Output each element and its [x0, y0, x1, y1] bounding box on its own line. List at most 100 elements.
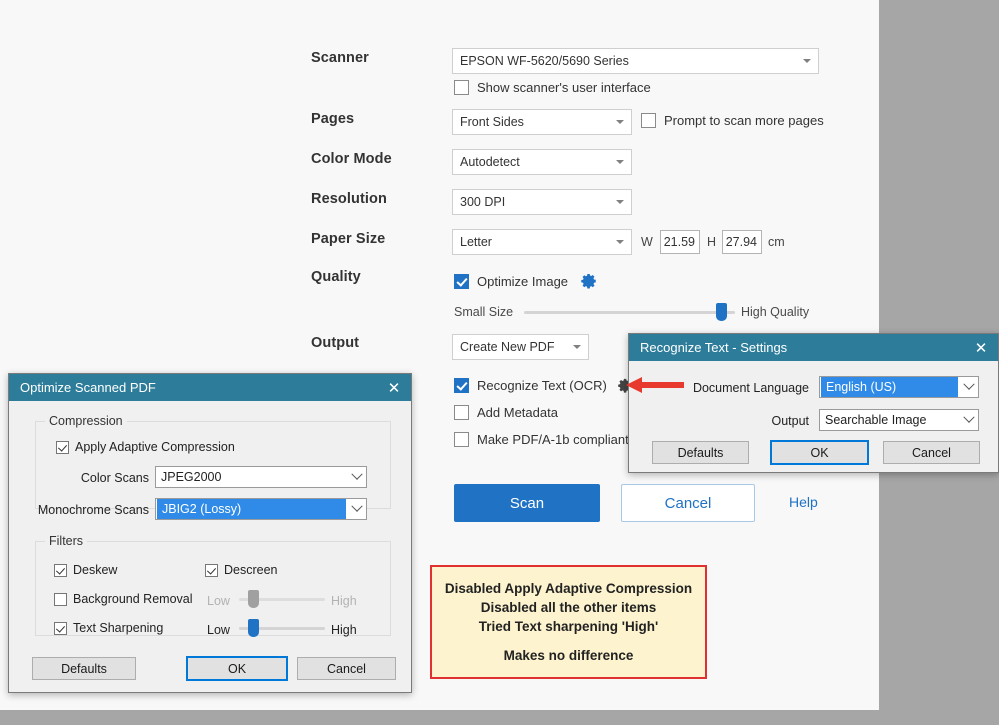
recognize-output-select[interactable]: Searchable Image [819, 409, 979, 431]
compression-group: Compression [35, 414, 391, 509]
screen: Scanner EPSON WF-5620/5690 Series Show s… [0, 0, 999, 725]
cancel-button[interactable]: Cancel [621, 484, 755, 522]
optimize-image-label: Optimize Image [477, 273, 569, 289]
gear-icon[interactable] [580, 272, 598, 290]
chevron-down-icon [347, 467, 366, 487]
pages-row: Pages [311, 111, 354, 127]
close-icon[interactable]: ✕ [964, 334, 998, 361]
add-metadata-label: Add Metadata [477, 405, 558, 420]
optimize-image-row[interactable]: Optimize Image [454, 272, 598, 290]
monochrome-scans-label: Monochrome Scans [37, 503, 149, 517]
color-mode-label: Color Mode [311, 151, 392, 167]
close-icon[interactable]: ✕ [377, 374, 411, 401]
chevron-down-icon [616, 160, 624, 164]
paper-size-row: Paper Size [311, 231, 385, 247]
paper-width-input[interactable]: 21.59 [660, 230, 700, 254]
resolution-select[interactable]: 300 DPI [452, 189, 632, 215]
show-scanner-ui-label: Show scanner's user interface [477, 80, 651, 95]
optimize-dialog-title: Optimize Scanned PDF [20, 380, 156, 395]
document-language-select[interactable]: English (US) [819, 376, 979, 398]
scanner-select-value: EPSON WF-5620/5690 Series [460, 54, 629, 68]
resolution-select-value: 300 DPI [460, 195, 506, 209]
background-removal-low-label: Low [207, 594, 230, 608]
paper-height-value: 27.94 [725, 235, 757, 249]
text-sharpening-slider-thumb[interactable] [248, 619, 259, 637]
color-mode-select[interactable]: Autodetect [452, 149, 632, 175]
scan-button[interactable]: Scan [454, 484, 600, 522]
quality-slider-track [524, 311, 735, 314]
recognize-output-value: Searchable Image [825, 413, 927, 427]
add-metadata-row[interactable]: Add Metadata [454, 405, 558, 420]
prompt-more-pages-row[interactable]: Prompt to scan more pages [641, 113, 824, 128]
background-removal-row[interactable]: Background Removal [54, 592, 193, 606]
text-sharpening-checkbox[interactable] [54, 621, 67, 635]
recognize-cancel-button[interactable]: Cancel [883, 441, 980, 464]
optimize-cancel-button[interactable]: Cancel [297, 657, 396, 680]
pages-select[interactable]: Front Sides [452, 109, 632, 135]
background-removal-checkbox[interactable] [54, 592, 67, 606]
quality-slider-min-label: Small Size [454, 305, 514, 319]
prompt-more-pages-label: Prompt to scan more pages [664, 113, 824, 128]
annotation-line-1: Disabled Apply Adaptive Compression [444, 581, 693, 596]
cancel-button-label: Cancel [664, 494, 712, 512]
pdfa-compliant-checkbox[interactable] [454, 432, 469, 447]
annotation-note: Disabled Apply Adaptive Compression Disa… [430, 565, 707, 679]
optimize-ok-button[interactable]: OK [186, 656, 288, 681]
color-scans-select[interactable]: JPEG2000 [155, 466, 367, 488]
color-scans-label: Color Scans [80, 471, 149, 485]
chevron-down-icon [959, 410, 978, 430]
paper-height-input[interactable]: 27.94 [722, 230, 762, 254]
deskew-row[interactable]: Deskew [54, 563, 117, 577]
quality-slider[interactable] [524, 303, 735, 321]
optimize-defaults-label: Defaults [61, 661, 107, 676]
background-removal-high-label: High [331, 594, 357, 608]
prompt-more-pages-checkbox[interactable] [641, 113, 656, 128]
chevron-down-icon [347, 499, 366, 519]
recognize-text-checkbox[interactable] [454, 378, 469, 393]
paper-size-select[interactable]: Letter [452, 229, 632, 255]
add-metadata-checkbox[interactable] [454, 405, 469, 420]
background-removal-slider[interactable] [239, 590, 325, 608]
scanner-row: Scanner [311, 50, 369, 66]
scanner-select[interactable]: EPSON WF-5620/5690 Series [452, 48, 819, 74]
annotation-line-4: Makes no difference [503, 648, 634, 663]
paper-width-value: 21.59 [663, 235, 695, 249]
quality-slider-thumb[interactable] [716, 303, 727, 321]
apply-adaptive-compression-row[interactable]: Apply Adaptive Compression [56, 440, 235, 454]
chevron-down-icon [616, 240, 624, 244]
annotation-line-2: Disabled all the other items [480, 600, 657, 615]
filters-group-title: Filters [45, 534, 88, 548]
pdfa-compliant-row[interactable]: Make PDF/A-1b compliant [454, 432, 629, 447]
recognize-text-row[interactable]: Recognize Text (OCR) [454, 377, 634, 394]
pages-label: Pages [311, 111, 355, 127]
resolution-row: Resolution [311, 191, 387, 207]
apply-adaptive-compression-checkbox[interactable] [56, 440, 69, 454]
deskew-checkbox[interactable] [54, 563, 67, 577]
optimize-image-checkbox[interactable] [454, 273, 469, 289]
document-language-value: English (US) [821, 377, 958, 397]
chevron-down-icon [616, 200, 624, 204]
color-mode-select-value: Autodetect [460, 155, 520, 169]
recognize-dialog-titlebar[interactable]: Recognize Text - Settings ✕ [629, 334, 998, 361]
chevron-down-icon [959, 377, 978, 397]
annotation-line-3: Tried Text sharpening 'High' [478, 619, 659, 634]
show-scanner-ui-checkbox[interactable] [454, 80, 469, 95]
descreen-row[interactable]: Descreen [205, 563, 278, 577]
recognize-output-label: Output [771, 414, 809, 428]
optimize-defaults-button[interactable]: Defaults [32, 657, 136, 680]
recognize-defaults-button[interactable]: Defaults [652, 441, 749, 464]
recognize-ok-label: OK [810, 445, 829, 460]
output-label: Output [311, 335, 360, 351]
show-scanner-ui-row[interactable]: Show scanner's user interface [454, 80, 651, 95]
optimize-dialog-titlebar[interactable]: Optimize Scanned PDF ✕ [9, 374, 411, 401]
background-removal-slider-thumb[interactable] [248, 590, 259, 608]
text-sharpening-slider[interactable] [239, 619, 325, 637]
text-sharpening-row[interactable]: Text Sharpening [54, 621, 163, 635]
recognize-ok-button[interactable]: OK [770, 440, 869, 465]
help-link[interactable]: Help [789, 494, 818, 510]
paper-size-select-value: Letter [460, 235, 492, 249]
output-select[interactable]: Create New PDF [452, 334, 589, 360]
descreen-checkbox[interactable] [205, 563, 218, 577]
monochrome-scans-select[interactable]: JBIG2 (Lossy) [155, 498, 367, 520]
optimize-scanned-pdf-dialog: Optimize Scanned PDF ✕ Compression Apply… [8, 373, 412, 693]
